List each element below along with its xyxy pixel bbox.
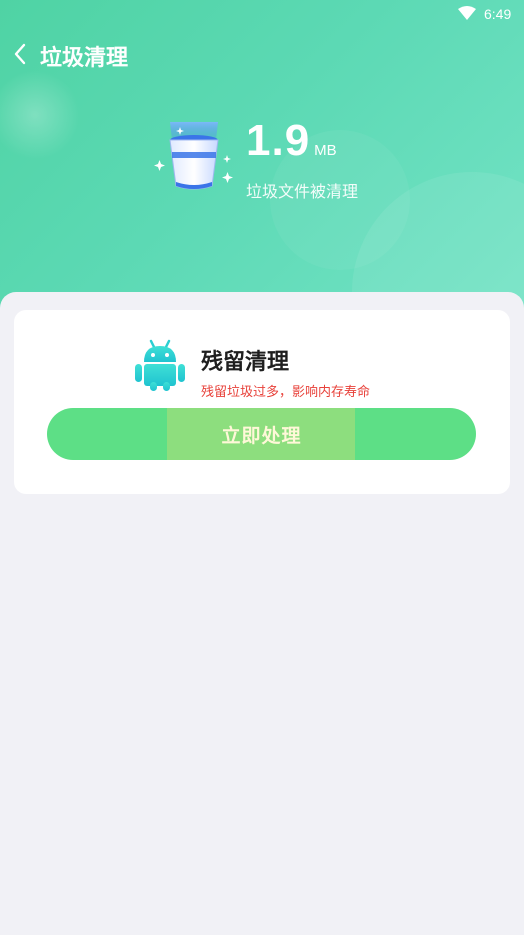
residual-clean-card: [14, 310, 510, 494]
cleaned-size-unit: MB: [314, 142, 337, 159]
cleaned-size-value: 1.9: [246, 116, 311, 165]
card-warning-text: 残留垃圾过多，影响内存寿命: [201, 385, 371, 400]
wifi-icon: [458, 6, 476, 20]
decor-bubble: [0, 70, 80, 160]
status-bar: 6:49: [0, 0, 524, 30]
status-time: 6:49: [484, 6, 512, 22]
page-title: 垃圾清理: [40, 46, 129, 71]
trash-bin-icon: [154, 122, 233, 190]
cleaned-size: 1.9 MB: [246, 116, 337, 166]
card-title: 残留清理: [201, 350, 290, 375]
back-button[interactable]: [6, 38, 34, 70]
back-arrow-icon: [14, 43, 26, 65]
android-icon: [135, 339, 185, 391]
handle-now-button[interactable]: 立即处理: [47, 408, 476, 460]
handle-now-label: 立即处理: [221, 424, 302, 447]
cleaned-caption: 垃圾文件被清理: [246, 182, 359, 201]
app-bar: 垃圾清理: [0, 34, 524, 74]
